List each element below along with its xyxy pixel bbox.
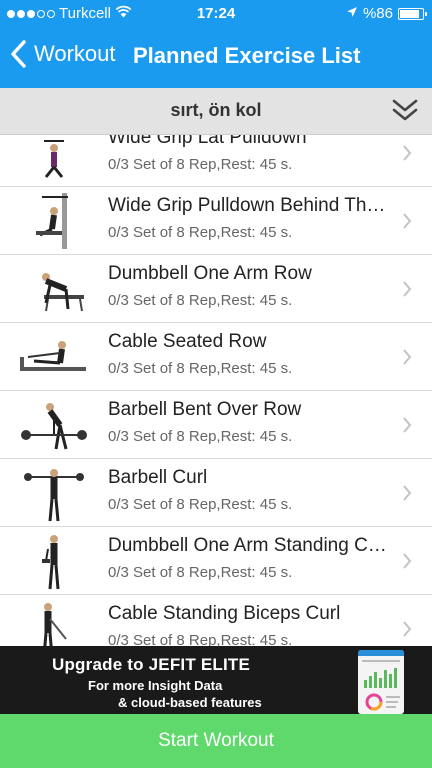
chevron-right-icon (402, 484, 412, 507)
location-arrow-icon (346, 5, 358, 22)
status-bar: Turkcell 17:24 %86 (0, 0, 432, 26)
exercise-detail: 0/3 Set of 8 Rep,Rest: 45 s. (108, 156, 293, 173)
upgrade-ad-banner[interactable]: Upgrade to JEFIT ELITE For more Insight … (0, 646, 432, 714)
exercise-name: Dumbbell One Arm Standing Curl (108, 535, 388, 556)
exercise-detail: 0/3 Set of 8 Rep,Rest: 45 s. (108, 224, 293, 241)
exercise-row[interactable]: Wide Grip Pulldown Behind The Neck 0/3 S… (0, 187, 432, 255)
exercise-thumbnail (16, 395, 92, 455)
exercise-detail: 0/3 Set of 8 Rep,Rest: 45 s. (108, 360, 293, 377)
ad-subtitle: & cloud-based features (118, 695, 262, 710)
chevron-right-icon (402, 620, 412, 643)
exercise-name: Dumbbell One Arm Row (108, 263, 312, 284)
battery-percent: %86 (362, 5, 393, 22)
exercise-name: Cable Standing Biceps Curl (108, 603, 341, 624)
app-screen: Turkcell 17:24 %86 Workout Planned Exerc… (0, 0, 432, 768)
exercise-thumbnail (16, 463, 92, 523)
chevron-right-icon (402, 552, 412, 575)
exercise-thumbnail (16, 259, 92, 319)
navigation-bar: Workout Planned Exercise List (0, 26, 432, 88)
muscle-group-header: sırt, ön kol (0, 88, 432, 135)
muscle-group-title: sırt, ön kol (170, 100, 262, 120)
start-workout-button[interactable]: Start Workout (0, 714, 432, 768)
exercise-thumbnail (16, 599, 92, 646)
chevron-left-icon (10, 40, 26, 68)
exercise-row[interactable]: Cable Seated Row 0/3 Set of 8 Rep,Rest: … (0, 323, 432, 391)
exercise-thumbnail (16, 531, 92, 591)
exercise-detail: 0/3 Set of 8 Rep,Rest: 45 s. (108, 428, 293, 445)
exercise-name: Wide Grip Pulldown Behind The Neck (108, 195, 388, 216)
exercise-detail: 0/3 Set of 8 Rep,Rest: 45 s. (108, 496, 293, 513)
exercise-thumbnail (16, 191, 92, 251)
app-preview-image (358, 650, 404, 714)
double-chevron-down-icon[interactable] (392, 98, 418, 129)
exercise-name: Cable Seated Row (108, 331, 267, 352)
exercise-row[interactable]: Cable Standing Biceps Curl 0/3 Set of 8 … (0, 595, 432, 646)
chevron-right-icon (402, 144, 412, 167)
back-button[interactable]: Workout (10, 40, 116, 68)
exercise-detail: 0/3 Set of 8 Rep,Rest: 45 s. (108, 564, 293, 581)
battery-icon (398, 7, 427, 20)
chevron-right-icon (402, 348, 412, 371)
exercise-list[interactable]: Wide Grip Lat Pulldown 0/3 Set of 8 Rep,… (0, 135, 432, 646)
exercise-name: Barbell Curl (108, 467, 208, 488)
exercise-row[interactable]: Wide Grip Lat Pulldown 0/3 Set of 8 Rep,… (0, 135, 432, 187)
top-bar: Turkcell 17:24 %86 Workout Planned Exerc… (0, 0, 432, 88)
back-button-label: Workout (34, 41, 116, 66)
page-title: Planned Exercise List (133, 43, 361, 68)
exercise-thumbnail (16, 135, 92, 183)
exercise-name: Wide Grip Lat Pulldown (108, 135, 307, 148)
ad-subtitle: For more Insight Data (88, 678, 223, 693)
chevron-right-icon (402, 416, 412, 439)
exercise-detail: 0/3 Set of 8 Rep,Rest: 45 s. (108, 632, 293, 646)
exercise-thumbnail (16, 327, 92, 387)
chevron-right-icon (402, 212, 412, 235)
exercise-name: Barbell Bent Over Row (108, 399, 302, 420)
exercise-row[interactable]: Barbell Curl 0/3 Set of 8 Rep,Rest: 45 s… (0, 459, 432, 527)
exercise-detail: 0/3 Set of 8 Rep,Rest: 45 s. (108, 292, 293, 309)
exercise-row[interactable]: Dumbbell One Arm Row 0/3 Set of 8 Rep,Re… (0, 255, 432, 323)
ad-title: Upgrade to JEFIT ELITE (52, 655, 251, 674)
exercise-row[interactable]: Barbell Bent Over Row 0/3 Set of 8 Rep,R… (0, 391, 432, 459)
exercise-row[interactable]: Dumbbell One Arm Standing Curl 0/3 Set o… (0, 527, 432, 595)
chevron-right-icon (402, 280, 412, 303)
